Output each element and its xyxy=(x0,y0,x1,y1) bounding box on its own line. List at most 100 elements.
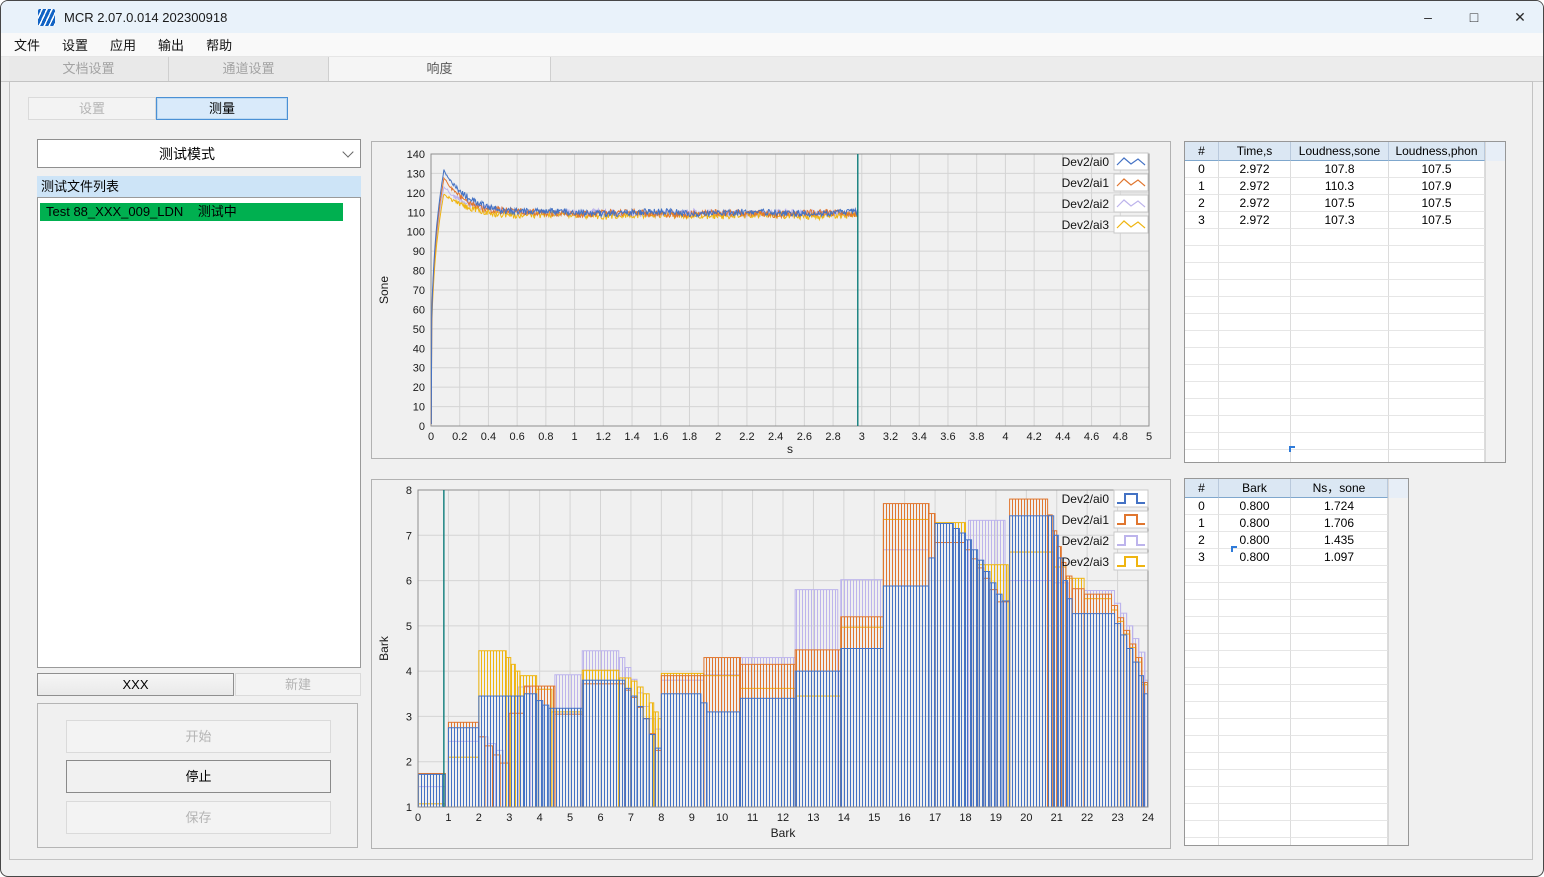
menu-item-1[interactable]: 设置 xyxy=(51,33,99,56)
scrollbar-strip xyxy=(1388,617,1408,634)
column-header[interactable]: Time,s xyxy=(1219,142,1291,161)
table-row[interactable]: 0 2.972 107.8 107.5 xyxy=(1185,161,1505,178)
scrollbar-strip xyxy=(1485,382,1505,399)
loudness-time-chart[interactable]: 0 10 20 30 40 50 60 70 80 90 100 110 120 130 140 0 0.2 0.… xyxy=(372,142,1170,458)
legend-item[interactable]: Dev2/ai1 xyxy=(1062,173,1149,192)
column-header[interactable]: # xyxy=(1185,479,1219,498)
legend-item[interactable]: Dev2/ai2 xyxy=(1062,531,1149,550)
tab-2[interactable]: 响度 xyxy=(329,57,551,82)
table-cell: 107.9 xyxy=(1389,178,1485,195)
dropdown-arrow-box[interactable] xyxy=(336,140,360,167)
bar-segment-Dev2/ai0 xyxy=(700,702,708,808)
column-header[interactable]: Loudness,sone xyxy=(1291,142,1389,161)
table-row[interactable]: 2 2.972 107.5 107.5 xyxy=(1185,195,1505,212)
legend-item[interactable]: Dev2/ai0 xyxy=(1062,152,1149,171)
xxx-button[interactable]: XXX xyxy=(37,673,234,696)
legend-item[interactable]: Dev2/ai1 xyxy=(1062,510,1149,529)
table-cell xyxy=(1219,821,1291,838)
menu-item-2[interactable]: 应用 xyxy=(99,33,147,56)
table-row[interactable]: 1 0.800 1.706 xyxy=(1185,515,1408,532)
svg-text:17: 17 xyxy=(929,812,941,824)
table-cell: 107.8 xyxy=(1291,161,1389,178)
tab-0[interactable]: 文档设置 xyxy=(9,57,169,81)
test-file-listbox[interactable]: Test 88_XXX_009_LDN 测试中 xyxy=(37,197,361,668)
table-cell: 0.800 xyxy=(1219,515,1291,532)
table-cell xyxy=(1219,399,1291,416)
table-cell xyxy=(1291,246,1389,263)
legend-item[interactable]: Dev2/ai3 xyxy=(1062,215,1149,234)
table-cell xyxy=(1219,583,1291,600)
scrollbar-strip xyxy=(1485,433,1505,450)
maximize-button[interactable]: □ xyxy=(1451,1,1497,33)
table-row[interactable]: 0 0.800 1.724 xyxy=(1185,498,1408,515)
svg-text:4.4: 4.4 xyxy=(1055,431,1070,443)
table-cell xyxy=(1219,433,1291,450)
table-cell xyxy=(1389,229,1485,246)
bar-segment-Dev2/ai0 xyxy=(983,571,991,808)
test-file-list-item[interactable]: Test 88_XXX_009_LDN 测试中 xyxy=(40,203,343,221)
svg-text:22: 22 xyxy=(1081,812,1093,824)
column-header[interactable]: Bark xyxy=(1219,479,1291,498)
table-cell xyxy=(1291,280,1389,297)
table-cell xyxy=(1185,450,1219,462)
bar-segment-Dev2/ai0 xyxy=(548,707,583,808)
legend-item[interactable]: Dev2/ai3 xyxy=(1062,552,1149,571)
bar-segment-Dev2/ai0 xyxy=(1126,648,1134,808)
bar-segment-Dev2/ai0 xyxy=(648,734,656,808)
table-cell xyxy=(1185,651,1219,668)
bar-segment-Dev2/ai0 xyxy=(1142,693,1149,808)
column-header[interactable]: # xyxy=(1185,142,1219,161)
svg-text:Bark: Bark xyxy=(377,635,391,661)
svg-text:0.4: 0.4 xyxy=(481,431,496,443)
column-header[interactable]: Ns，sone xyxy=(1291,479,1388,498)
table-cell: 2.972 xyxy=(1219,178,1291,195)
menu-item-0[interactable]: 文件 xyxy=(3,33,51,56)
table-cell: 1 xyxy=(1185,178,1219,195)
specific-loudness-chart[interactable]: 123456780 1 2 3 4 5 6 7 8 9 10 11 12 13 14 15 16 17 18 19 20… xyxy=(372,480,1170,848)
svg-text:5: 5 xyxy=(406,621,412,633)
svg-text:20: 20 xyxy=(413,382,425,394)
table-cell xyxy=(1185,365,1219,382)
save-button[interactable]: 保存 xyxy=(66,801,331,834)
header-tabstrip: 文档设置 通道设置 响度 xyxy=(1,57,1543,82)
svg-text:14: 14 xyxy=(838,812,850,824)
menu-item-4[interactable]: 帮助 xyxy=(195,33,243,56)
table-row[interactable]: 3 0.800 1.097 xyxy=(1185,549,1408,566)
svg-text:5: 5 xyxy=(1146,431,1152,443)
stop-button[interactable]: 停止 xyxy=(66,760,331,793)
table-row[interactable]: 3 2.972 107.3 107.5 xyxy=(1185,212,1505,229)
table-row xyxy=(1185,651,1408,668)
start-button[interactable]: 开始 xyxy=(66,720,331,753)
measure-view-button[interactable]: 测量 xyxy=(156,97,288,120)
table-cell xyxy=(1219,314,1291,331)
column-header[interactable]: Loudness,phon xyxy=(1389,142,1485,161)
table-header-row: # Bark Ns，sone xyxy=(1185,479,1408,498)
table-cell xyxy=(1291,702,1388,719)
close-button[interactable]: ✕ xyxy=(1497,1,1543,33)
menu-item-3[interactable]: 输出 xyxy=(147,33,195,56)
tab-1[interactable]: 通道设置 xyxy=(169,57,329,81)
svg-text:10: 10 xyxy=(716,812,728,824)
table-row[interactable]: 2 0.800 1.435 xyxy=(1185,532,1408,549)
table-cell: 0 xyxy=(1185,161,1219,178)
bar-segment-Dev2/ai0 xyxy=(882,585,930,808)
table-cell xyxy=(1291,229,1389,246)
svg-text:Bark: Bark xyxy=(771,826,797,840)
test-mode-select[interactable]: 测试模式 xyxy=(37,139,361,168)
scrollbar-strip xyxy=(1388,685,1408,702)
table-row[interactable]: 1 2.972 110.3 107.9 xyxy=(1185,178,1505,195)
legend-item[interactable]: Dev2/ai0 xyxy=(1062,489,1149,508)
svg-text:Dev2/ai0: Dev2/ai0 xyxy=(1062,492,1110,506)
minimize-button[interactable]: – xyxy=(1405,1,1451,33)
table-cell xyxy=(1185,399,1219,416)
svg-text:3.4: 3.4 xyxy=(912,431,927,443)
scrollbar-strip xyxy=(1388,719,1408,736)
legend-item[interactable]: Dev2/ai2 xyxy=(1062,194,1149,213)
test-mode-value: 测试模式 xyxy=(159,145,215,162)
new-button[interactable]: 新建 xyxy=(235,673,361,696)
bar-segment-Dev2/ai0 xyxy=(995,593,1003,808)
svg-text:3: 3 xyxy=(506,812,512,824)
table-row xyxy=(1185,433,1505,450)
settings-view-button[interactable]: 设置 xyxy=(28,97,156,120)
svg-text:4.2: 4.2 xyxy=(1026,431,1041,443)
